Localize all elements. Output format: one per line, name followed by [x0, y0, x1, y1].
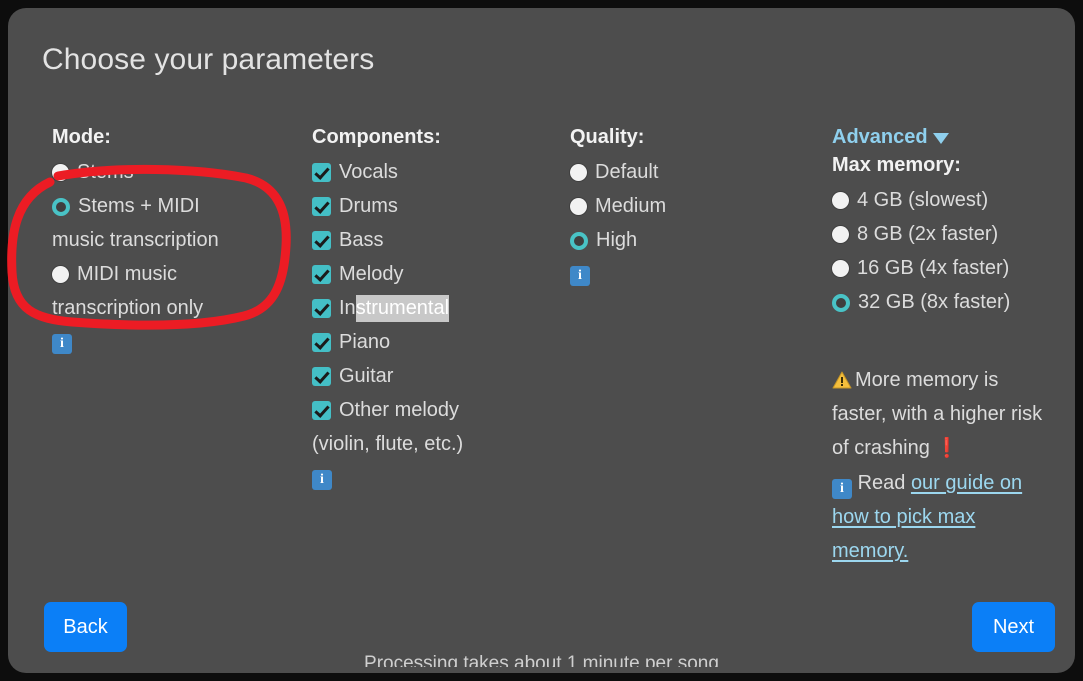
components-heading: Components: — [312, 126, 441, 148]
radio-memory-4gb[interactable] — [832, 192, 849, 209]
quality-option-high-label: High — [596, 229, 638, 251]
checkbox-piano[interactable] — [312, 333, 331, 352]
back-button[interactable]: Back — [44, 602, 127, 652]
advanced-toggle[interactable]: Advanced — [832, 126, 1057, 148]
radio-stems-midi[interactable] — [52, 198, 70, 216]
next-button[interactable]: Next — [972, 602, 1055, 652]
component-vocals-label: Vocals — [339, 161, 398, 183]
component-piano[interactable]: Piano — [312, 325, 562, 359]
checkbox-vocals[interactable] — [312, 163, 331, 182]
memory-option-8gb[interactable]: 8 GB (2x faster) — [832, 217, 1057, 251]
component-melody-label: Melody — [339, 263, 404, 285]
memory-option-32gb-label: 32 GB (8x faster) — [858, 291, 1011, 313]
mode-option-stems-midi-label-line2: music transcription — [52, 229, 219, 251]
exclamation-icon: ❗ — [935, 438, 960, 459]
mode-option-stems[interactable]: Stems — [52, 155, 302, 189]
memory-option-4gb[interactable]: 4 GB (slowest) — [832, 183, 1057, 217]
quality-option-medium-label: Medium — [595, 195, 667, 217]
quality-column: Quality: Default Medium High i — [570, 126, 820, 286]
component-other-melody-label: Other melody — [339, 399, 460, 421]
memory-option-4gb-label: 4 GB (slowest) — [857, 189, 989, 211]
component-vocals[interactable]: Vocals — [312, 155, 562, 189]
processing-caption: Processing takes about 1 minute per song — [364, 653, 719, 667]
memory-option-8gb-label: 8 GB (2x faster) — [857, 223, 999, 245]
mode-option-midi-only-label: MIDI music — [77, 263, 177, 285]
checkbox-drums[interactable] — [312, 197, 331, 216]
radio-memory-32gb[interactable] — [832, 294, 850, 312]
advanced-label: Advanced — [832, 126, 928, 148]
warning-triangle-icon — [832, 371, 852, 389]
radio-quality-medium[interactable] — [570, 198, 587, 215]
component-melody[interactable]: Melody — [312, 257, 562, 291]
quality-option-default-label: Default — [595, 161, 659, 183]
component-instrumental-label-selected: strumental — [355, 295, 450, 322]
mode-option-stems-label: Stems — [77, 161, 134, 183]
checkbox-instrumental[interactable] — [312, 299, 331, 318]
radio-midi-only[interactable] — [52, 266, 69, 283]
component-guitar[interactable]: Guitar — [312, 359, 562, 393]
mode-heading: Mode: — [52, 126, 111, 148]
info-icon[interactable]: i — [570, 266, 590, 286]
component-guitar-label: Guitar — [339, 365, 394, 387]
component-other-melody-label-line2: (violin, flute, etc.) — [312, 433, 464, 455]
quality-option-default[interactable]: Default — [570, 155, 820, 189]
memory-option-16gb[interactable]: 16 GB (4x faster) — [832, 251, 1057, 285]
radio-quality-default[interactable] — [570, 164, 587, 181]
component-instrumental-label-prefix: In — [339, 297, 356, 319]
radio-memory-16gb[interactable] — [832, 260, 849, 277]
mode-option-stems-midi-label: Stems + MIDI — [78, 195, 200, 217]
components-info-row: i — [312, 467, 562, 490]
component-other-melody[interactable]: Other melody (violin, flute, etc.) — [312, 393, 562, 461]
guide-note-prefix: Read — [857, 472, 911, 494]
radio-quality-high[interactable] — [570, 232, 588, 250]
checkbox-guitar[interactable] — [312, 367, 331, 386]
component-drums-label: Drums — [339, 195, 398, 217]
components-column: Components: Vocals Drums Bass Melody Ins… — [312, 126, 562, 490]
app-window: Choose your parameters Mode: Stems Stems… — [0, 0, 1083, 681]
component-instrumental[interactable]: Instrumental — [312, 291, 562, 325]
max-memory-heading: Max memory: — [832, 154, 961, 176]
mode-column: Mode: Stems Stems + MIDI music transcrip… — [52, 126, 302, 354]
info-icon[interactable]: i — [312, 470, 332, 490]
memory-option-32gb[interactable]: 32 GB (8x faster) — [832, 285, 1057, 319]
chevron-down-icon[interactable] — [932, 133, 949, 144]
quality-info-row: i — [570, 263, 820, 286]
memory-warning-block: More memory is faster, with a higher ris… — [832, 363, 1054, 568]
component-bass[interactable]: Bass — [312, 223, 562, 257]
memory-option-16gb-label: 16 GB (4x faster) — [857, 257, 1010, 279]
component-piano-label: Piano — [339, 331, 391, 353]
mode-option-midi-only[interactable]: MIDI music transcription only — [52, 257, 302, 325]
mode-option-stems-midi[interactable]: Stems + MIDI music transcription — [52, 189, 302, 257]
mode-option-midi-only-label-line2: transcription only — [52, 297, 204, 319]
quality-option-medium[interactable]: Medium — [570, 189, 820, 223]
info-icon[interactable]: i — [52, 334, 72, 354]
parameters-panel: Choose your parameters Mode: Stems Stems… — [8, 8, 1075, 673]
component-bass-label: Bass — [339, 229, 384, 251]
quality-heading: Quality: — [570, 126, 645, 148]
mode-info-row: i — [52, 331, 302, 354]
checkbox-bass[interactable] — [312, 231, 331, 250]
checkbox-other-melody[interactable] — [312, 401, 331, 420]
quality-option-high[interactable]: High — [570, 223, 820, 257]
advanced-column: Advanced Max memory: 4 GB (slowest) 8 GB… — [832, 126, 1057, 319]
radio-memory-8gb[interactable] — [832, 226, 849, 243]
info-icon[interactable]: i — [832, 479, 852, 499]
component-drums[interactable]: Drums — [312, 189, 562, 223]
radio-stems[interactable] — [52, 164, 69, 181]
checkbox-melody[interactable] — [312, 265, 331, 284]
page-title: Choose your parameters — [42, 43, 375, 76]
